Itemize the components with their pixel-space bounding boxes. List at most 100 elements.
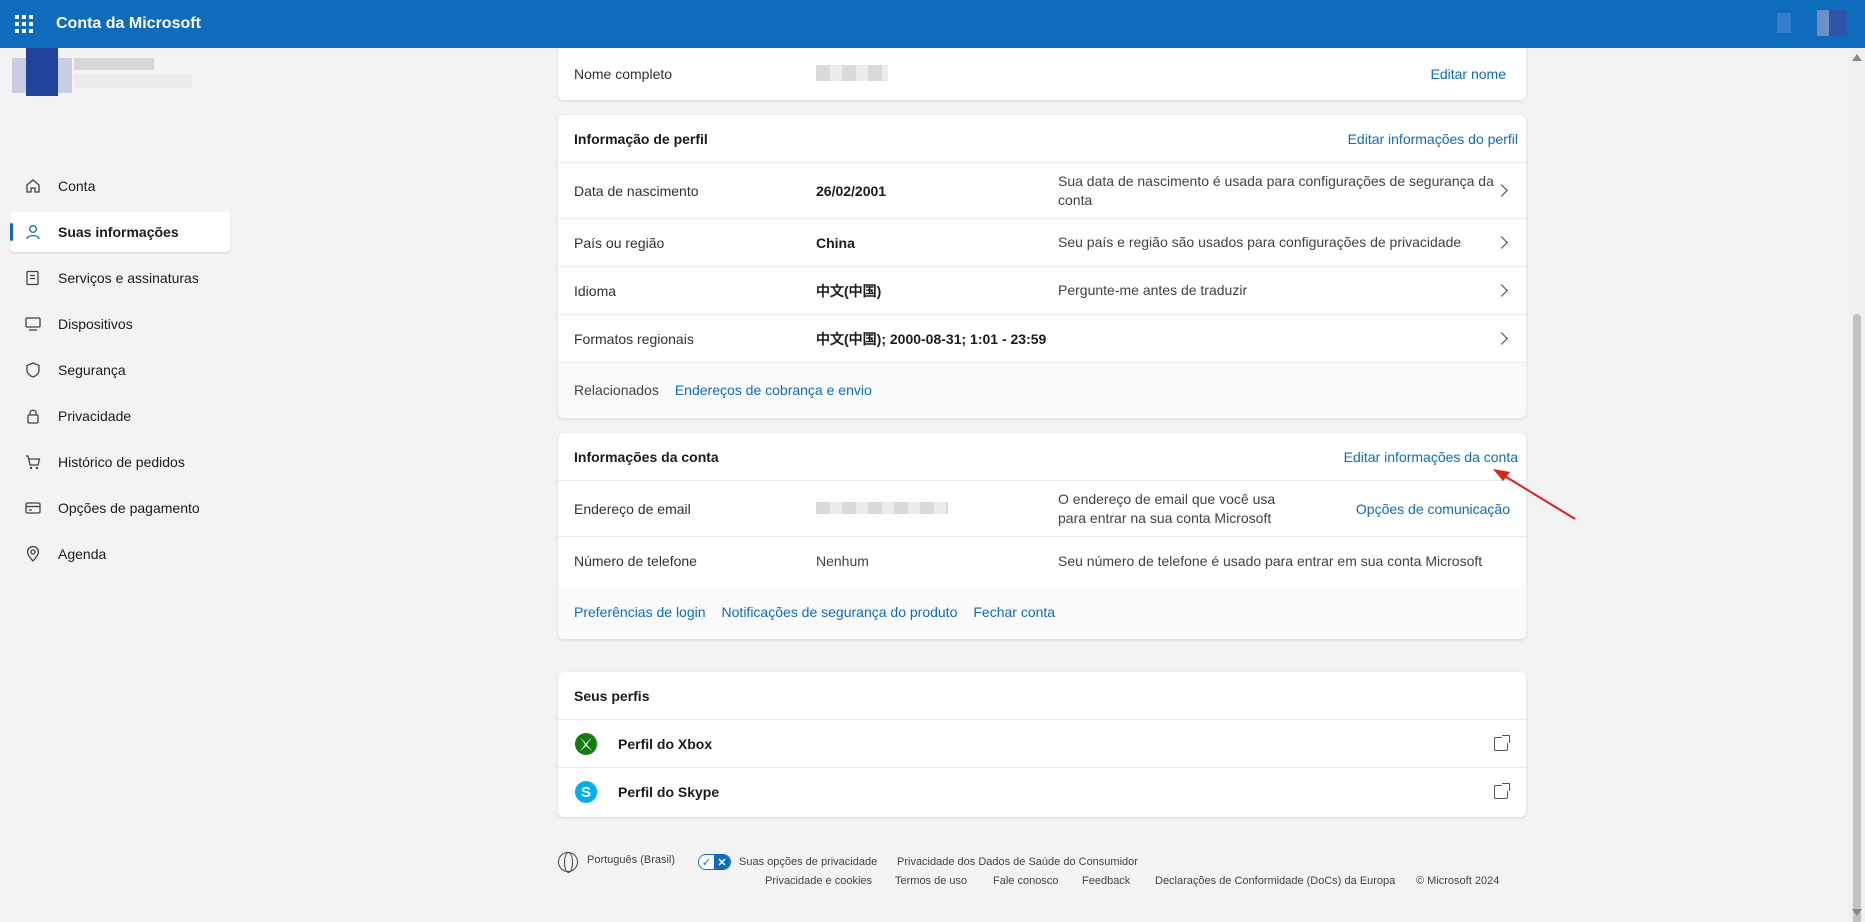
header-icon[interactable] <box>1777 13 1791 33</box>
communication-options-link[interactable]: Opções de comunicação <box>1356 501 1510 517</box>
account-info-card: Informações da conta Editar informações … <box>558 433 1526 639</box>
edit-account-info-link[interactable]: Editar informações da conta <box>1344 449 1518 465</box>
sidebar-item-agenda[interactable]: Agenda <box>10 534 230 574</box>
receipt-icon <box>24 269 42 287</box>
birthdate-label: Data de nascimento <box>574 182 699 199</box>
language-description: Pergunte-me antes de traduzir <box>1058 282 1248 298</box>
xbox-icon <box>574 732 598 756</box>
email-value <box>816 501 948 517</box>
privacy-choices-link[interactable]: Suas opções de privacidade <box>739 856 877 868</box>
edit-name-link[interactable]: Editar nome <box>1431 66 1506 82</box>
external-link-icon[interactable] <box>1494 734 1510 751</box>
xbox-profile-label: Perfil do Xbox <box>618 735 713 752</box>
sidebar-nav: Conta Suas informações Serviços e assina… <box>10 166 230 580</box>
related-label: Relacionados <box>574 381 659 398</box>
profile-info-title: Informação de perfil <box>574 130 708 147</box>
cart-icon <box>24 453 42 471</box>
privacy-cookies-link[interactable]: Privacidade e cookies <box>765 875 872 887</box>
app-launcher-button[interactable] <box>0 0 48 48</box>
card-icon <box>24 499 42 517</box>
close-account-link[interactable]: Fechar conta <box>973 604 1055 620</box>
chevron-right-icon[interactable] <box>1495 284 1508 297</box>
profile-summary <box>12 48 192 98</box>
person-icon <box>24 223 42 241</box>
birthdate-value: 26/02/2001 <box>816 182 887 199</box>
name-card: Nome completo Editar nome <box>558 48 1526 100</box>
globe-icon <box>558 852 578 873</box>
profiles-title: Seus perfis <box>574 687 650 704</box>
birthdate-description: Sua data de nascimento é usada para conf… <box>1058 172 1494 208</box>
home-icon <box>24 177 42 195</box>
sidebar-item-label: Opções de pagamento <box>58 500 200 516</box>
scroll-thumb[interactable] <box>1853 314 1861 922</box>
chevron-right-icon[interactable] <box>1495 332 1508 345</box>
email-label: Endereço de email <box>574 500 691 517</box>
sidebar-item-label: Dispositivos <box>58 316 133 332</box>
waffle-icon <box>15 15 33 33</box>
terms-of-use-link[interactable]: Termos de uso <box>895 875 967 887</box>
scroll-down-icon[interactable] <box>1852 909 1862 916</box>
location-icon <box>24 545 42 563</box>
regional-formats-value: 中文(中国); 2000-08-31; 1:01 - 23:59 <box>816 330 1047 347</box>
scroll-up-icon[interactable] <box>1852 54 1862 61</box>
regional-formats-label: Formatos regionais <box>574 330 694 347</box>
login-preferences-link[interactable]: Preferências de login <box>574 604 706 620</box>
profiles-card: Seus perfis Perfil do Xbox S Perfil do S… <box>558 672 1526 817</box>
sidebar-item-servicos[interactable]: Serviços e assinaturas <box>10 258 230 298</box>
svg-text:S: S <box>581 784 591 801</box>
skype-profile-row[interactable]: S Perfil do Skype <box>558 768 1526 816</box>
sidebar-item-label: Agenda <box>58 546 107 562</box>
email-row: Endereço de email O endereço de email qu… <box>558 481 1526 537</box>
sidebar-item-pagamento[interactable]: Opções de pagamento <box>10 488 230 528</box>
country-description: Seu país e região são usados para config… <box>1058 234 1462 250</box>
security-notifications-link[interactable]: Notificações de segurança do produto <box>722 604 958 620</box>
sidebar-item-seguranca[interactable]: Segurança <box>10 350 230 390</box>
skype-profile-label: Perfil do Skype <box>618 784 720 800</box>
external-link-icon[interactable] <box>1494 783 1510 799</box>
scrollbar[interactable] <box>1849 48 1865 922</box>
sidebar-item-label: Histórico de pedidos <box>58 454 185 470</box>
country-label: País ou região <box>574 234 665 251</box>
app-title[interactable]: Conta da Microsoft <box>56 15 201 33</box>
language-label: Idioma <box>574 282 617 299</box>
phone-description: Seu número de telefone é usado para entr… <box>1058 552 1483 569</box>
full-name-label: Nome completo <box>574 66 673 82</box>
country-row[interactable]: País ou região China Seu país e região s… <box>558 219 1526 267</box>
sidebar-item-label: Conta <box>58 178 96 194</box>
lock-icon <box>24 407 42 425</box>
country-value: China <box>816 234 855 251</box>
sidebar-item-label: Suas informações <box>58 224 179 240</box>
phone-row: Número de telefone Nenhum Seu número de … <box>558 537 1526 585</box>
health-privacy-link[interactable]: Privacidade dos Dados de Saúde do Consum… <box>897 856 1138 868</box>
language-selector-link[interactable]: Português (Brasil) <box>587 854 675 866</box>
language-row[interactable]: Idioma 中文(中国) Pergunte-me antes de tradu… <box>558 267 1526 315</box>
birthdate-row[interactable]: Data de nascimento 26/02/2001 Sua data d… <box>558 163 1526 219</box>
sidebar-item-label: Segurança <box>58 362 126 378</box>
contact-us-link[interactable]: Fale conosco <box>993 875 1058 887</box>
skype-icon: S <box>574 780 598 804</box>
privacy-choices-toggle-icon[interactable]: ✓ ✕ <box>698 854 731 870</box>
xbox-profile-row[interactable]: Perfil do Xbox <box>558 720 1526 768</box>
sidebar-item-suas-informacoes[interactable]: Suas informações <box>10 212 230 252</box>
avatar[interactable] <box>1817 10 1847 36</box>
edit-profile-info-link[interactable]: Editar informações do perfil <box>1348 131 1518 147</box>
sidebar-item-privacidade[interactable]: Privacidade <box>10 396 230 436</box>
sidebar-item-conta[interactable]: Conta <box>10 166 230 206</box>
regional-formats-row[interactable]: Formatos regionais 中文(中国); 2000-08-31; 1… <box>558 315 1526 363</box>
eu-docs-link[interactable]: Declarações de Conformidade (DoCs) da Eu… <box>1155 875 1395 887</box>
copyright: © Microsoft 2024 <box>1416 875 1500 887</box>
profile-info-card: Informação de perfil Editar informações … <box>558 115 1526 418</box>
top-bar: Conta da Microsoft <box>0 0 1865 48</box>
billing-addresses-link[interactable]: Endereços de cobrança e envio <box>675 382 872 398</box>
laptop-icon <box>24 315 42 333</box>
account-links: Preferências de login Notificações de se… <box>558 585 1526 639</box>
feedback-link[interactable]: Feedback <box>1082 875 1130 887</box>
phone-value: Nenhum <box>816 553 869 569</box>
sidebar-item-label: Serviços e assinaturas <box>58 270 199 286</box>
related-section: Relacionados Endereços de cobrança e env… <box>558 363 1526 416</box>
sidebar-item-dispositivos[interactable]: Dispositivos <box>10 304 230 344</box>
language-value: 中文(中国) <box>816 282 882 299</box>
sidebar-item-historico[interactable]: Histórico de pedidos <box>10 442 230 482</box>
chevron-right-icon[interactable] <box>1495 236 1508 249</box>
full-name-value <box>816 64 888 84</box>
